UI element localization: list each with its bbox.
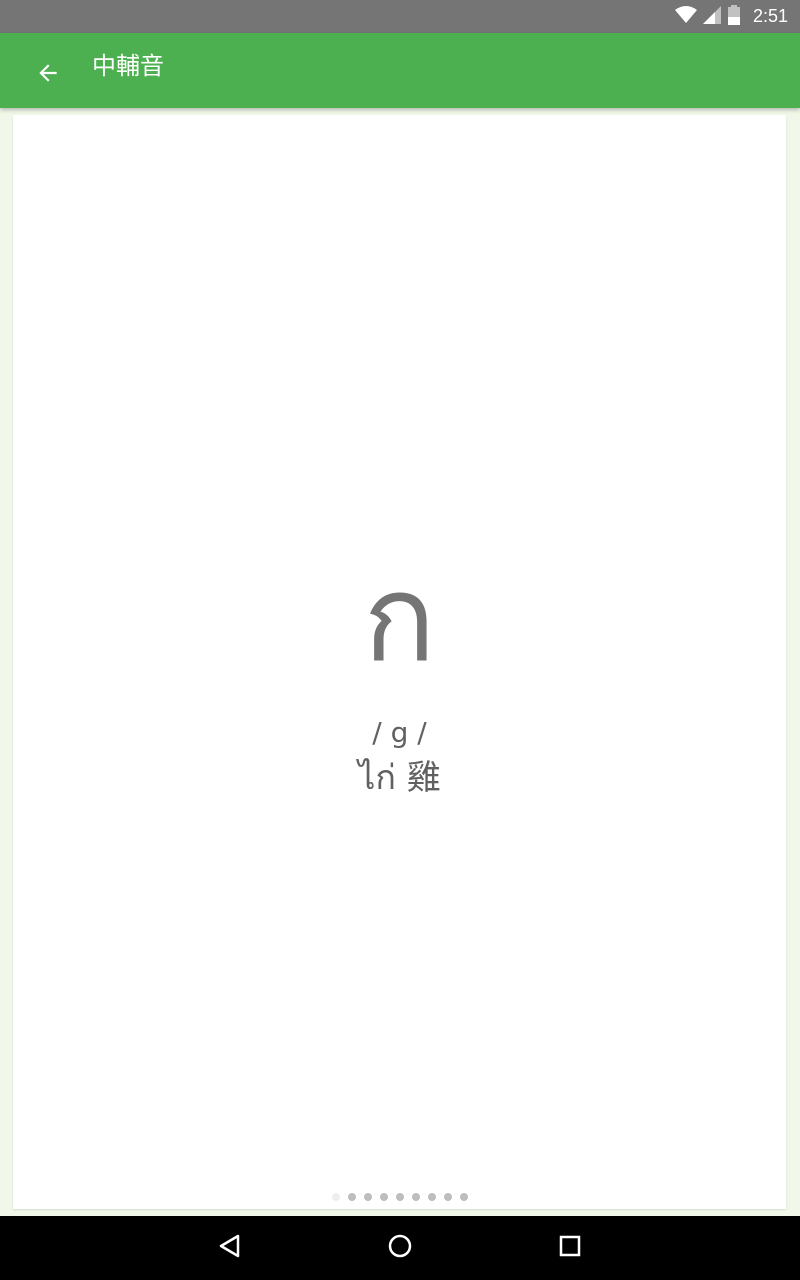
- page-dot: [347, 1193, 356, 1201]
- battery-icon: [727, 4, 741, 29]
- page-dot: [459, 1193, 468, 1201]
- nav-back-button[interactable]: [210, 1228, 250, 1268]
- back-button[interactable]: [24, 55, 72, 95]
- nav-home-button[interactable]: [380, 1228, 420, 1268]
- app-bar: 中輔音: [0, 33, 800, 108]
- recents-square-icon: [558, 1234, 582, 1262]
- phonetic-transcription: / g /: [372, 716, 427, 749]
- arrow-back-icon: [35, 60, 61, 90]
- page-dot: [331, 1193, 340, 1201]
- system-nav-bar: [0, 1216, 800, 1280]
- page-dot: [411, 1193, 420, 1201]
- page-title: 中輔音: [92, 52, 164, 80]
- thai-letter: ก: [363, 550, 436, 689]
- nav-recents-button[interactable]: [550, 1228, 590, 1268]
- page-dot: [379, 1193, 388, 1201]
- flashcard[interactable]: ก / g / ไก่ 雞: [13, 115, 786, 1209]
- page-dot: [395, 1193, 404, 1201]
- wifi-icon: [674, 5, 697, 28]
- example-word: ไก่ 雞: [358, 758, 441, 798]
- status-time: 2:51: [752, 6, 788, 26]
- page-dot: [443, 1193, 452, 1201]
- page-indicator: [13, 1193, 786, 1201]
- page-dot: [363, 1193, 372, 1201]
- back-triangle-icon: [217, 1233, 243, 1263]
- home-circle-icon: [387, 1233, 413, 1263]
- cell-signal-icon: [702, 5, 721, 28]
- page-dot: [427, 1193, 436, 1201]
- status-icons: 2:51: [674, 0, 788, 33]
